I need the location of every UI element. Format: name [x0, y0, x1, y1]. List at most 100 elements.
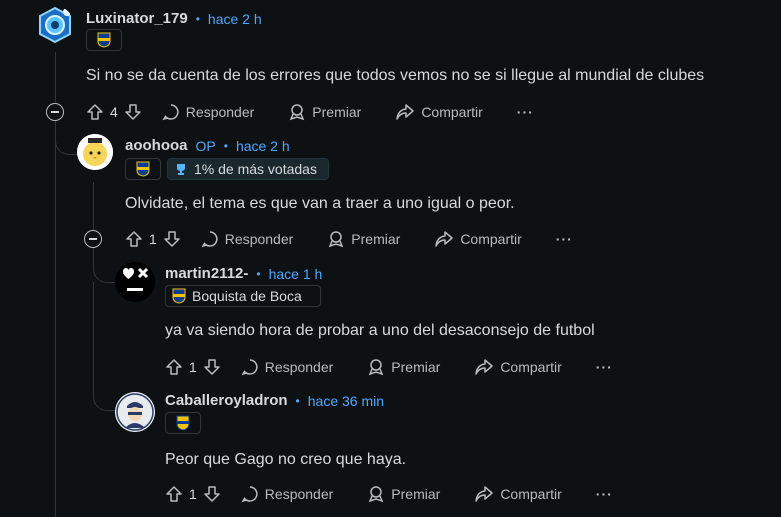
upvote-button[interactable]	[165, 358, 183, 376]
timestamp[interactable]: hace 2 h	[208, 11, 262, 27]
upvote-icon	[166, 359, 182, 375]
trophy-icon	[177, 164, 185, 175]
upvote-icon	[87, 104, 103, 120]
share-button[interactable]: Compartir	[474, 485, 562, 503]
reply-button[interactable]: Responder	[162, 103, 255, 121]
share-label: Compartir	[460, 231, 522, 247]
reply-label: Responder	[185, 104, 255, 120]
comment-actions: 1 Responder Premiar Compartir ···	[165, 355, 613, 379]
award-button[interactable]: Premiar	[327, 230, 400, 248]
downvote-icon	[164, 231, 180, 247]
timestamp[interactable]: hace 36 min	[308, 393, 384, 409]
vote-count: 1	[149, 231, 157, 247]
share-button[interactable]: Compartir	[434, 230, 522, 248]
thread-line	[93, 282, 94, 377]
comment-text: Olvidate, el tema es que van a traer a u…	[125, 195, 515, 212]
more-options-button[interactable]: ···	[596, 359, 613, 375]
avatar[interactable]	[115, 392, 155, 432]
downvote-button[interactable]	[163, 230, 181, 248]
reply-label: Responder	[224, 231, 294, 247]
reply-button[interactable]: Responder	[201, 230, 294, 248]
share-button[interactable]: Compartir	[395, 103, 483, 121]
share-label: Compartir	[500, 359, 562, 375]
award-button[interactable]: Premiar	[288, 103, 361, 121]
avatar[interactable]	[77, 134, 113, 170]
separator-dot: •	[256, 266, 261, 281]
comment-header: Caballeroyladron • hace 36 min	[165, 392, 384, 409]
comment-header: martin2112- • hace 1 h	[165, 265, 322, 282]
separator-dot: •	[295, 393, 300, 408]
comment-actions: 4 Responder Premiar Compartir ···	[86, 100, 534, 124]
vote-count: 4	[110, 104, 118, 120]
user-flair	[86, 29, 122, 51]
upvote-icon	[126, 231, 142, 247]
separator-dot: •	[223, 138, 228, 153]
more-options-button[interactable]: ···	[596, 486, 613, 502]
masked-man-avatar-icon	[115, 392, 155, 432]
username[interactable]: Caballeroyladron	[165, 392, 288, 409]
vote-count: 1	[189, 359, 197, 375]
username[interactable]: martin2112-	[165, 265, 248, 282]
share-label: Compartir	[500, 486, 562, 502]
more-options-button[interactable]: ···	[556, 231, 573, 247]
thread-connector	[93, 376, 116, 411]
downvote-icon	[204, 359, 220, 375]
comment-header: Luxinator_179 • hace 2 h	[86, 10, 262, 27]
upvote-button[interactable]	[125, 230, 143, 248]
collapse-thread-button[interactable]	[84, 230, 102, 248]
user-flair	[125, 158, 161, 180]
share-icon	[435, 231, 454, 247]
award-button[interactable]: Premiar	[367, 485, 440, 503]
upvote-button[interactable]	[165, 485, 183, 503]
downvote-icon	[125, 104, 141, 120]
award-icon	[368, 359, 384, 376]
timestamp[interactable]: hace 1 h	[269, 266, 323, 282]
separator-dot: •	[195, 11, 200, 26]
comment-thread: Luxinator_179 • hace 2 h Si no se da cue…	[0, 0, 781, 517]
reply-icon	[241, 359, 258, 376]
collapse-thread-button[interactable]	[46, 103, 64, 121]
share-label: Compartir	[421, 104, 483, 120]
downvote-button[interactable]	[203, 485, 221, 503]
more-options-button[interactable]: ···	[517, 104, 534, 120]
thread-line	[93, 182, 94, 230]
reply-label: Responder	[264, 359, 334, 375]
upvote-icon	[166, 486, 182, 502]
boca-crest-icon	[176, 415, 190, 431]
heart-x-face-avatar-icon	[115, 262, 155, 302]
award-button[interactable]: Premiar	[367, 358, 440, 376]
vote-count: 1	[189, 486, 197, 502]
reply-icon	[241, 486, 258, 503]
share-button[interactable]: Compartir	[474, 358, 562, 376]
downvote-button[interactable]	[203, 358, 221, 376]
award-label: Premiar	[351, 231, 401, 247]
boca-crest-icon	[97, 32, 111, 48]
comment-text: Si no se da cuenta de los errores que to…	[86, 67, 705, 84]
comment-actions: 1 Responder Premiar Compartir ···	[165, 482, 613, 506]
upvote-button[interactable]	[86, 103, 104, 121]
reply-icon	[201, 231, 218, 248]
username[interactable]: aoohooa	[125, 137, 188, 154]
award-label: Premiar	[391, 486, 441, 502]
boca-crest-icon	[172, 288, 186, 304]
user-flair	[165, 412, 201, 434]
top-commenter-badge: 1% de más votadas	[167, 158, 329, 180]
award-icon	[289, 104, 305, 121]
avatar[interactable]	[36, 6, 74, 44]
badge-label: 1% de más votadas	[194, 161, 317, 177]
timestamp[interactable]: hace 2 h	[236, 138, 290, 154]
chick-avatar-icon	[77, 134, 113, 170]
reply-icon	[162, 104, 179, 121]
username[interactable]: Luxinator_179	[86, 10, 188, 27]
award-icon	[328, 231, 344, 248]
op-badge: OP	[195, 137, 216, 154]
flair-label: Boquista de Boca	[192, 288, 302, 304]
boca-crest-icon	[136, 161, 150, 177]
downvote-button[interactable]	[124, 103, 142, 121]
avatar[interactable]	[115, 262, 155, 302]
reply-button[interactable]: Responder	[241, 485, 333, 503]
comment-actions: 1 Responder Premiar Compartir ···	[125, 227, 573, 251]
reply-button[interactable]: Responder	[241, 358, 334, 376]
share-icon	[475, 359, 494, 375]
robot-avatar-icon	[39, 6, 71, 44]
